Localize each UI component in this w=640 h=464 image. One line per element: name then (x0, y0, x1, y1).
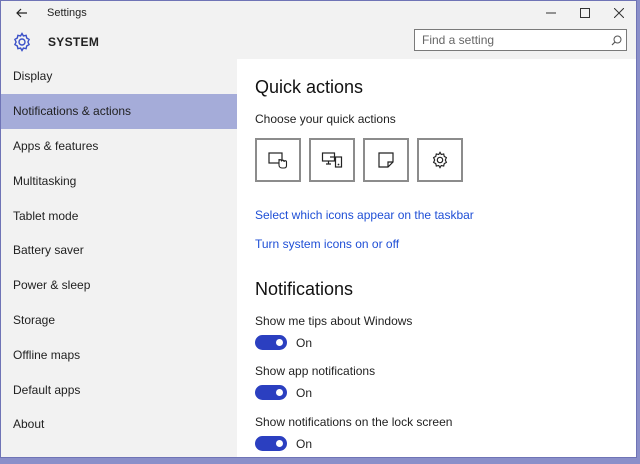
toggle-state-label: On (296, 385, 313, 400)
search-icon[interactable] (606, 35, 626, 46)
tips-toggle[interactable] (255, 335, 287, 350)
setting-label-app-notifications: Show app notifications (255, 364, 376, 378)
sidebar-item-apps-features[interactable]: Apps & features (1, 129, 237, 164)
notifications-heading: Notifications (255, 279, 354, 299)
search-input[interactable] (415, 32, 606, 48)
toggle-row-tips: On (255, 335, 312, 350)
sidebar-item-label: Offline maps (13, 347, 81, 362)
toggle-row-app-notifications: On (255, 385, 312, 400)
taskbar-icons-link[interactable]: Select which icons appear on the taskbar (255, 208, 474, 222)
quick-actions-heading: Quick actions (255, 77, 364, 97)
back-button[interactable] (1, 1, 43, 25)
system-gear-icon (12, 32, 32, 52)
connect-icon (321, 152, 343, 168)
setting-label-tips: Show me tips about Windows (255, 314, 413, 328)
sidebar-item-label: Notifications & actions (13, 104, 132, 119)
toggle-knob (276, 389, 283, 396)
sidebar-item-label: Storage (13, 312, 56, 327)
settings-gear-icon (432, 151, 448, 169)
setting-label-lock-screen: Show notifications on the lock screen (255, 415, 453, 429)
lock-screen-notifications-toggle[interactable] (255, 436, 287, 451)
toggle-row-lock-screen: On (255, 436, 312, 451)
maximize-button[interactable] (568, 1, 602, 25)
settings-window: Settings SYSTEM Find a setting Display N… (0, 0, 637, 458)
sidebar-item-label: About (13, 417, 45, 432)
sidebar-item-label: Tablet mode (13, 208, 79, 223)
sidebar: Display Notifications & actions Apps & f… (1, 59, 237, 457)
quick-action-tile-connect[interactable] (309, 138, 355, 182)
sidebar-item-power-sleep[interactable]: Power & sleep (1, 268, 237, 303)
maximize-icon (580, 8, 590, 18)
sidebar-item-label: Apps & features (13, 138, 99, 153)
sidebar-item-label: Display (13, 69, 53, 84)
window-controls (534, 1, 636, 25)
search-box[interactable] (414, 29, 627, 51)
sidebar-item-label: Power & sleep (13, 278, 91, 293)
main-content: Quick actions Choose your quick actions (237, 59, 636, 457)
window-title: Settings (47, 7, 87, 19)
sidebar-item-default-apps[interactable]: Default apps (1, 372, 237, 407)
toggle-knob (276, 440, 283, 447)
sidebar-item-about[interactable]: About (1, 407, 237, 442)
note-icon (378, 152, 394, 168)
sidebar-item-offline-maps[interactable]: Offline maps (1, 337, 237, 372)
sidebar-item-notifications-actions[interactable]: Notifications & actions (1, 93, 237, 129)
back-arrow-icon (16, 8, 27, 18)
quick-action-tile-tablet-mode[interactable] (255, 138, 301, 182)
quick-actions-tiles (255, 138, 463, 182)
sidebar-item-battery-saver[interactable]: Battery saver (1, 233, 237, 268)
system-icons-link[interactable]: Turn system icons on or off (255, 237, 399, 251)
sidebar-item-label: Multitasking (13, 173, 77, 188)
minimize-icon (546, 12, 556, 14)
sidebar-item-tablet-mode[interactable]: Tablet mode (1, 198, 237, 233)
sidebar-item-label: Default apps (13, 382, 81, 397)
sidebar-item-multitasking[interactable]: Multitasking (1, 163, 237, 198)
app-notifications-toggle[interactable] (255, 385, 287, 400)
settings-header: SYSTEM (1, 25, 636, 59)
close-button[interactable] (602, 1, 636, 25)
quick-action-tile-settings[interactable] (417, 138, 463, 182)
minimize-button[interactable] (534, 1, 568, 25)
toggle-state-label: On (296, 335, 313, 350)
toggle-state-label: On (296, 436, 313, 451)
close-icon (614, 8, 624, 18)
title-bar: Settings (1, 1, 636, 25)
sidebar-item-display[interactable]: Display (1, 59, 237, 94)
sidebar-item-label: Battery saver (13, 243, 84, 258)
sidebar-item-storage[interactable]: Storage (1, 303, 237, 338)
section-title: SYSTEM (48, 35, 100, 49)
quick-action-tile-note[interactable] (363, 138, 409, 182)
tablet-mode-icon (268, 152, 288, 169)
quick-actions-subtitle: Choose your quick actions (255, 112, 396, 126)
toggle-knob (276, 339, 283, 346)
